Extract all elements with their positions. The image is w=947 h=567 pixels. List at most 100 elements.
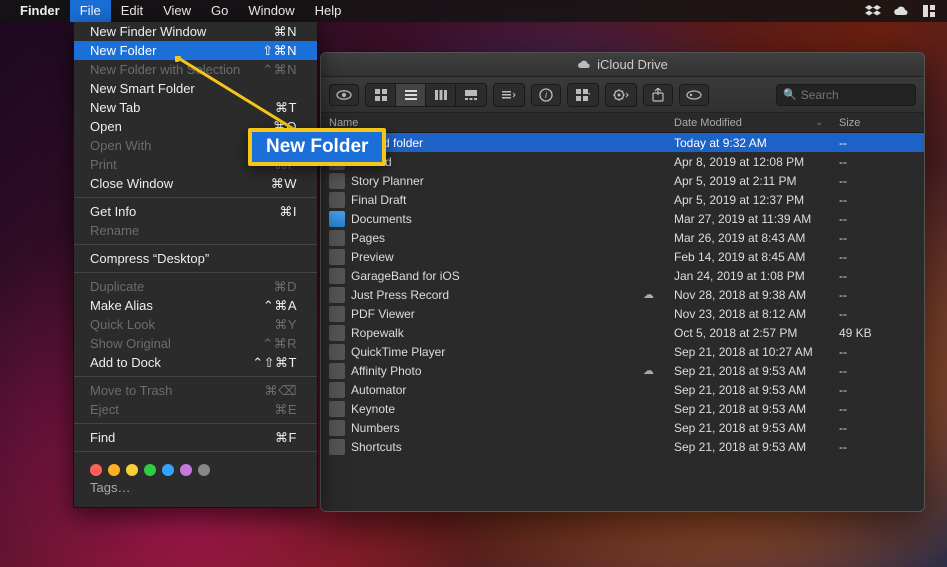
- file-size: 49 KB: [831, 326, 924, 340]
- file-row[interactable]: PDF ViewerNov 23, 2018 at 8:12 AM--: [321, 304, 924, 323]
- file-row[interactable]: UntitledApr 8, 2019 at 12:08 PM--: [321, 152, 924, 171]
- tag-swatch[interactable]: [108, 464, 120, 476]
- file-size: --: [831, 136, 924, 150]
- file-name: Just Press Record: [351, 288, 449, 302]
- search-field[interactable]: 🔍: [776, 84, 916, 106]
- column-view-button[interactable]: [426, 84, 456, 106]
- menubar-item-view[interactable]: View: [153, 0, 201, 22]
- menu-extras-icon[interactable]: [921, 3, 937, 19]
- file-row[interactable]: ShortcutsSep 21, 2018 at 9:53 AM--: [321, 437, 924, 456]
- column-header-date[interactable]: Date Modified⌄: [666, 117, 831, 129]
- app-icon: [329, 192, 345, 208]
- menubar-app-name[interactable]: Finder: [10, 0, 70, 22]
- cloud-download-icon[interactable]: ☁: [643, 364, 654, 377]
- tag-swatch[interactable]: [162, 464, 174, 476]
- menu-item-shortcut: ⌘D: [274, 279, 297, 295]
- menubar-item-file[interactable]: File: [70, 0, 111, 22]
- menu-item-label: Rename: [90, 223, 139, 238]
- file-row[interactable]: NumbersSep 21, 2018 at 9:53 AM--: [321, 418, 924, 437]
- column-header-size[interactable]: Size: [831, 117, 924, 129]
- file-row[interactable]: Final DraftApr 5, 2019 at 12:37 PM--: [321, 190, 924, 209]
- annotation-callout: New Folder: [248, 128, 386, 166]
- tags-button[interactable]: [679, 84, 709, 106]
- file-row[interactable]: QuickTime PlayerSep 21, 2018 at 10:27 AM…: [321, 342, 924, 361]
- column-headers[interactable]: Name Date Modified⌄ Size: [321, 113, 924, 133]
- info-button[interactable]: i: [531, 84, 561, 106]
- app-icon: [329, 363, 345, 379]
- menu-separator: [74, 451, 317, 452]
- cloud-download-icon[interactable]: ☁: [643, 288, 654, 301]
- menu-item-shortcut: ⌘N: [274, 24, 297, 40]
- tag-swatch[interactable]: [198, 464, 210, 476]
- menu-item-compress-desktop[interactable]: Compress “Desktop”: [74, 249, 317, 268]
- menu-item-new-folder[interactable]: New Folder⇧⌘N: [74, 41, 317, 60]
- search-input[interactable]: [801, 88, 909, 102]
- file-size: --: [831, 383, 924, 397]
- menu-item-label: Find: [90, 430, 115, 445]
- file-date: Apr 8, 2019 at 12:08 PM: [666, 155, 831, 169]
- file-list[interactable]: untitled folderToday at 9:32 AM--Untitle…: [321, 133, 924, 511]
- menu-item-close-window[interactable]: Close Window⌘W: [74, 174, 317, 193]
- file-row[interactable]: Just Press Record☁Nov 28, 2018 at 9:38 A…: [321, 285, 924, 304]
- tag-swatch[interactable]: [90, 464, 102, 476]
- menu-item-add-to-dock[interactable]: Add to Dock⌃⇧⌘T: [74, 353, 317, 372]
- group-button[interactable]: [568, 84, 598, 106]
- file-row[interactable]: AutomatorSep 21, 2018 at 9:53 AM--: [321, 380, 924, 399]
- menu-item-shortcut: ⌘F: [275, 430, 297, 446]
- app-icon: [329, 439, 345, 455]
- file-name: GarageBand for iOS: [351, 269, 460, 283]
- file-size: --: [831, 269, 924, 283]
- file-date: Sep 21, 2018 at 9:53 AM: [666, 364, 831, 378]
- menubar-item-help[interactable]: Help: [305, 0, 352, 22]
- dropbox-icon[interactable]: [865, 3, 881, 19]
- file-row[interactable]: Affinity Photo☁Sep 21, 2018 at 9:53 AM--: [321, 361, 924, 380]
- app-icon: [329, 287, 345, 303]
- icon-view-button[interactable]: [366, 84, 396, 106]
- tag-swatch[interactable]: [144, 464, 156, 476]
- menu-item-duplicate: Duplicate⌘D: [74, 277, 317, 296]
- window-titlebar[interactable]: iCloud Drive: [321, 53, 924, 77]
- menu-item-quick-look: Quick Look⌘Y: [74, 315, 317, 334]
- arrange-button[interactable]: [494, 84, 524, 106]
- menubar-item-edit[interactable]: Edit: [111, 0, 153, 22]
- app-icon: [329, 420, 345, 436]
- file-date: Mar 27, 2019 at 11:39 AM: [666, 212, 831, 226]
- menu-item-label: New Finder Window: [90, 24, 206, 39]
- file-date: Feb 14, 2019 at 8:45 AM: [666, 250, 831, 264]
- share-button[interactable]: [643, 84, 673, 106]
- folder-icon: [329, 211, 345, 227]
- tag-swatch[interactable]: [180, 464, 192, 476]
- file-row[interactable]: DocumentsMar 27, 2019 at 11:39 AM--: [321, 209, 924, 228]
- tags-menu-item[interactable]: Tags…: [74, 478, 317, 501]
- menu-item-new-smart-folder[interactable]: New Smart Folder: [74, 79, 317, 98]
- file-row[interactable]: RopewalkOct 5, 2018 at 2:57 PM49 KB: [321, 323, 924, 342]
- cloud-icon[interactable]: [893, 3, 909, 19]
- window-title: iCloud Drive: [597, 57, 668, 72]
- list-view-button[interactable]: [396, 84, 426, 106]
- menubar-item-window[interactable]: Window: [238, 0, 304, 22]
- menu-item-find[interactable]: Find ⌘F: [74, 428, 317, 447]
- file-row[interactable]: Story PlannerApr 5, 2019 at 2:11 PM--: [321, 171, 924, 190]
- file-row[interactable]: untitled folderToday at 9:32 AM--: [321, 133, 924, 152]
- menu-item-get-info[interactable]: Get Info⌘I: [74, 202, 317, 221]
- menu-item-label: New Folder: [90, 43, 156, 58]
- file-row[interactable]: GarageBand for iOSJan 24, 2019 at 1:08 P…: [321, 266, 924, 285]
- column-header-name[interactable]: Name: [321, 117, 666, 129]
- file-row[interactable]: KeynoteSep 21, 2018 at 9:53 AM--: [321, 399, 924, 418]
- menu-separator: [74, 376, 317, 377]
- action-button[interactable]: [606, 84, 636, 106]
- app-icon: [329, 306, 345, 322]
- file-row[interactable]: PagesMar 26, 2019 at 8:43 AM--: [321, 228, 924, 247]
- menu-item-new-tab[interactable]: New Tab⌘T: [74, 98, 317, 117]
- quicklook-button[interactable]: [329, 84, 359, 106]
- file-row[interactable]: PreviewFeb 14, 2019 at 8:45 AM--: [321, 247, 924, 266]
- tag-swatch[interactable]: [126, 464, 138, 476]
- finder-window: iCloud Drive i 🔍 Name Date Modified⌄ Siz…: [320, 52, 925, 512]
- file-size: --: [831, 155, 924, 169]
- file-size: --: [831, 193, 924, 207]
- file-menu-dropdown: New Finder Window ⌘NNew Folder⇧⌘NNew Fold…: [73, 22, 318, 508]
- menu-item-make-alias[interactable]: Make Alias⌃⌘A: [74, 296, 317, 315]
- menu-item-new-finder-window[interactable]: New Finder Window ⌘N: [74, 22, 317, 41]
- menubar-item-go[interactable]: Go: [201, 0, 238, 22]
- gallery-view-button[interactable]: [456, 84, 486, 106]
